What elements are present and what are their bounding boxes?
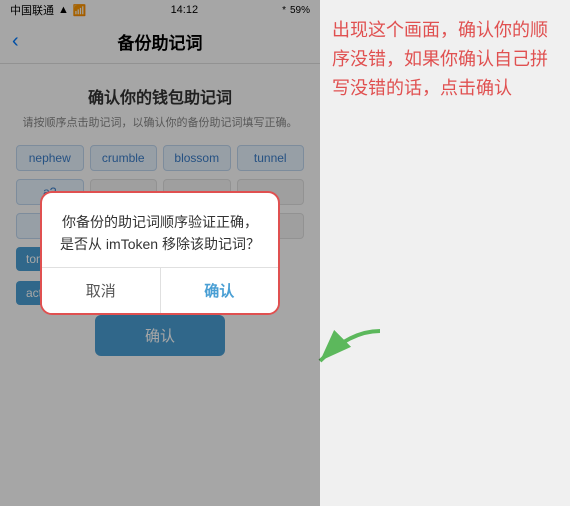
arrow-icon <box>310 321 390 381</box>
dialog-text: 你备份的助记词顺序验证正确，是否从 imToken 移除该助记词？ <box>60 211 260 256</box>
dialog-confirm-button[interactable]: 确认 <box>161 268 279 313</box>
phone-screen: 中国联通 ▲ 📶 14:12 * 59% ‹ 备份助记词 确认你的钱包助记词 请… <box>0 0 320 506</box>
annotation-panel: 出现这个画面，确认你的顺序没错，如果你确认自己拼写没错的话，点击确认 <box>320 0 570 506</box>
dialog-overlay: 你备份的助记词顺序验证正确，是否从 imToken 移除该助记词？ 取消 确认 <box>0 0 320 506</box>
annotation-text: 出现这个画面，确认你的顺序没错，如果你确认自己拼写没错的话，点击确认 <box>332 16 558 102</box>
arrow-container <box>310 321 390 386</box>
dialog-actions: 取消 确认 <box>42 267 278 313</box>
dialog-cancel-button[interactable]: 取消 <box>42 268 161 313</box>
dialog-body: 你备份的助记词顺序验证正确，是否从 imToken 移除该助记词？ <box>42 193 278 268</box>
confirmation-dialog: 你备份的助记词顺序验证正确，是否从 imToken 移除该助记词？ 取消 确认 <box>40 191 280 316</box>
